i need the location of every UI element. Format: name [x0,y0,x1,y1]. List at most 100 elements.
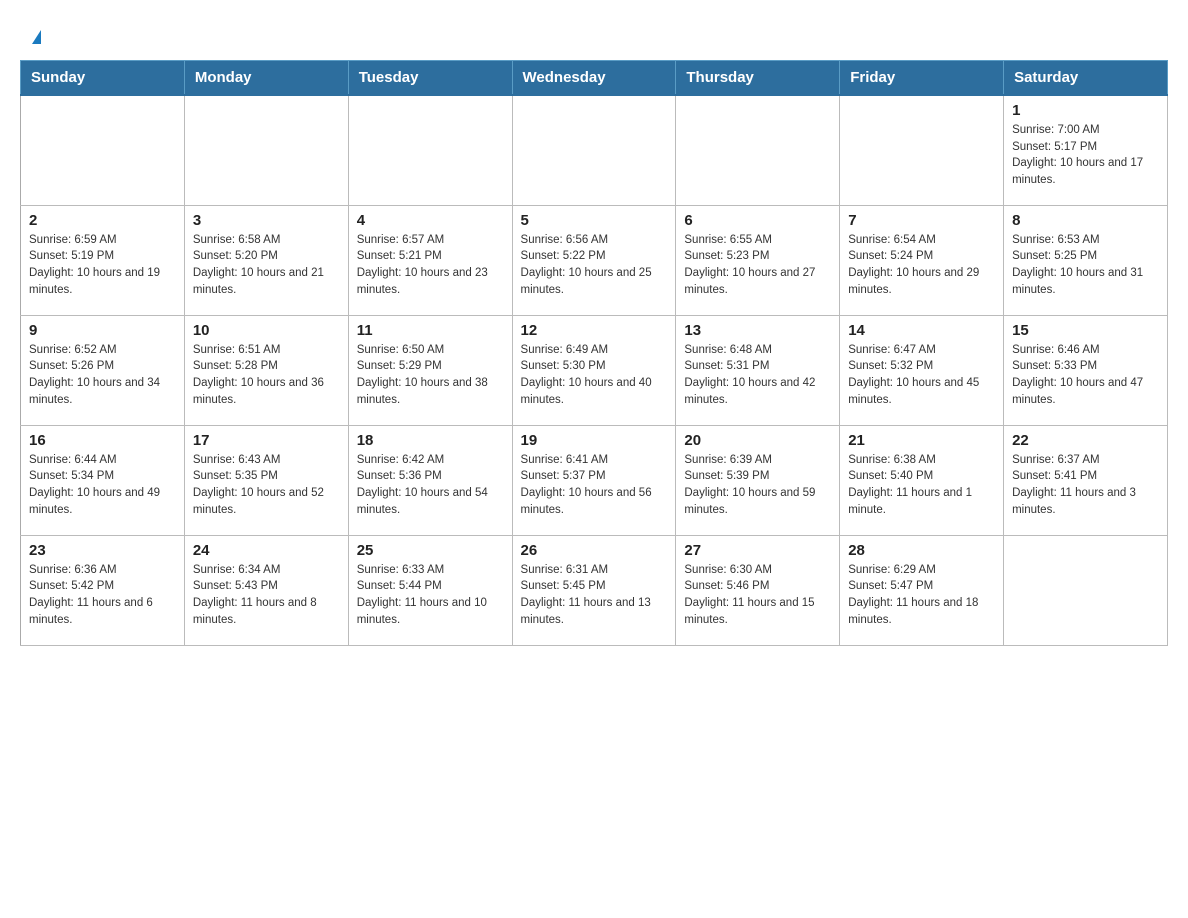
day-number: 19 [521,432,668,449]
day-header-tuesday: Tuesday [348,61,512,96]
day-info: Sunrise: 6:30 AMSunset: 5:46 PMDaylight:… [684,562,831,629]
day-number: 27 [684,542,831,559]
day-number: 3 [193,212,340,229]
calendar-cell: 9 Sunrise: 6:52 AMSunset: 5:26 PMDaylight… [21,315,185,425]
day-info: Sunrise: 6:31 AMSunset: 5:45 PMDaylight:… [521,562,668,629]
day-info: Sunrise: 7:00 AMSunset: 5:17 PMDaylight:… [1012,122,1159,189]
calendar-cell: 8 Sunrise: 6:53 AMSunset: 5:25 PMDaylight… [1004,205,1168,315]
day-number: 1 [1012,102,1159,119]
day-number: 18 [357,432,504,449]
day-info: Sunrise: 6:59 AMSunset: 5:19 PMDaylight:… [29,232,176,299]
calendar-cell: 1 Sunrise: 7:00 AMSunset: 5:17 PMDaylight… [1004,95,1168,205]
calendar-cell: 12 Sunrise: 6:49 AMSunset: 5:30 PMDayligh… [512,315,676,425]
day-number: 17 [193,432,340,449]
day-number: 14 [848,322,995,339]
calendar-cell: 18 Sunrise: 6:42 AMSunset: 5:36 PMDayligh… [348,425,512,535]
day-number: 26 [521,542,668,559]
day-info: Sunrise: 6:49 AMSunset: 5:30 PMDaylight:… [521,342,668,409]
day-number: 23 [29,542,176,559]
calendar-cell: 22Sunrise: 6:37 AMSunset: 5:41 PMDayligh… [1004,425,1168,535]
calendar-cell [1004,535,1168,645]
calendar-week-4: 16 Sunrise: 6:44 AMSunset: 5:34 PMDayligh… [21,425,1168,535]
day-info: Sunrise: 6:57 AMSunset: 5:21 PMDaylight:… [357,232,504,299]
day-number: 13 [684,322,831,339]
calendar-cell: 7 Sunrise: 6:54 AMSunset: 5:24 PMDaylight… [840,205,1004,315]
calendar-cell: 13 Sunrise: 6:48 AMSunset: 5:31 PMDayligh… [676,315,840,425]
calendar-cell: 19 Sunrise: 6:41 AMSunset: 5:37 PMDayligh… [512,425,676,535]
day-number: 8 [1012,212,1159,229]
calendar-cell: 26 Sunrise: 6:31 AMSunset: 5:45 PMDayligh… [512,535,676,645]
calendar-cell [676,95,840,205]
calendar-cell: 28 Sunrise: 6:29 AMSunset: 5:47 PMDayligh… [840,535,1004,645]
day-info: Sunrise: 6:48 AMSunset: 5:31 PMDaylight:… [684,342,831,409]
day-number: 12 [521,322,668,339]
day-info: Sunrise: 6:46 AMSunset: 5:33 PMDaylight:… [1012,342,1159,409]
calendar-cell: 25 Sunrise: 6:33 AMSunset: 5:44 PMDayligh… [348,535,512,645]
day-number: 20 [684,432,831,449]
day-header-sunday: Sunday [21,61,185,96]
day-info: Sunrise: 6:55 AMSunset: 5:23 PMDaylight:… [684,232,831,299]
day-header-saturday: Saturday [1004,61,1168,96]
calendar-cell: 2 Sunrise: 6:59 AMSunset: 5:19 PMDaylight… [21,205,185,315]
day-info: Sunrise: 6:36 AMSunset: 5:42 PMDaylight:… [29,562,176,629]
day-info: Sunrise: 6:54 AMSunset: 5:24 PMDaylight:… [848,232,995,299]
calendar-header-row: SundayMondayTuesdayWednesdayThursdayFrid… [21,61,1168,96]
calendar-cell: 5 Sunrise: 6:56 AMSunset: 5:22 PMDaylight… [512,205,676,315]
day-number: 28 [848,542,995,559]
calendar-cell [21,95,185,205]
day-info: Sunrise: 6:39 AMSunset: 5:39 PMDaylight:… [684,452,831,519]
day-info: Sunrise: 6:51 AMSunset: 5:28 PMDaylight:… [193,342,340,409]
day-header-wednesday: Wednesday [512,61,676,96]
calendar-week-3: 9 Sunrise: 6:52 AMSunset: 5:26 PMDaylight… [21,315,1168,425]
calendar-cell: 14 Sunrise: 6:47 AMSunset: 5:32 PMDayligh… [840,315,1004,425]
calendar-cell: 23 Sunrise: 6:36 AMSunset: 5:42 PMDayligh… [21,535,185,645]
day-number: 5 [521,212,668,229]
calendar-cell: 10 Sunrise: 6:51 AMSunset: 5:28 PMDayligh… [184,315,348,425]
day-number: 9 [29,322,176,339]
day-number: 16 [29,432,176,449]
day-info: Sunrise: 6:33 AMSunset: 5:44 PMDaylight:… [357,562,504,629]
calendar-table: SundayMondayTuesdayWednesdayThursdayFrid… [20,60,1168,646]
day-number: 10 [193,322,340,339]
calendar-cell: 17Sunrise: 6:43 AMSunset: 5:35 PMDayligh… [184,425,348,535]
calendar-cell: 27 Sunrise: 6:30 AMSunset: 5:46 PMDayligh… [676,535,840,645]
day-info: Sunrise: 6:34 AMSunset: 5:43 PMDaylight:… [193,562,340,629]
day-info: Sunrise: 6:47 AMSunset: 5:32 PMDaylight:… [848,342,995,409]
calendar-cell: 3Sunrise: 6:58 AMSunset: 5:20 PMDaylight… [184,205,348,315]
day-number: 24 [193,542,340,559]
day-number: 22 [1012,432,1159,449]
day-number: 21 [848,432,995,449]
calendar-cell: 20 Sunrise: 6:39 AMSunset: 5:39 PMDayligh… [676,425,840,535]
calendar-cell: 15 Sunrise: 6:46 AMSunset: 5:33 PMDayligh… [1004,315,1168,425]
calendar-cell: 11 Sunrise: 6:50 AMSunset: 5:29 PMDayligh… [348,315,512,425]
day-number: 25 [357,542,504,559]
day-number: 15 [1012,322,1159,339]
calendar-cell: 6 Sunrise: 6:55 AMSunset: 5:23 PMDaylight… [676,205,840,315]
calendar-cell [840,95,1004,205]
day-info: Sunrise: 6:52 AMSunset: 5:26 PMDaylight:… [29,342,176,409]
day-header-friday: Friday [840,61,1004,96]
day-info: Sunrise: 6:41 AMSunset: 5:37 PMDaylight:… [521,452,668,519]
day-number: 7 [848,212,995,229]
calendar-cell: 4Sunrise: 6:57 AMSunset: 5:21 PMDaylight… [348,205,512,315]
day-header-monday: Monday [184,61,348,96]
day-info: Sunrise: 6:44 AMSunset: 5:34 PMDaylight:… [29,452,176,519]
day-info: Sunrise: 6:50 AMSunset: 5:29 PMDaylight:… [357,342,504,409]
calendar-week-5: 23 Sunrise: 6:36 AMSunset: 5:42 PMDayligh… [21,535,1168,645]
calendar-cell [348,95,512,205]
page-header [20,20,1168,44]
calendar-cell [184,95,348,205]
day-info: Sunrise: 6:38 AMSunset: 5:40 PMDaylight:… [848,452,995,519]
day-info: Sunrise: 6:56 AMSunset: 5:22 PMDaylight:… [521,232,668,299]
day-info: Sunrise: 6:53 AMSunset: 5:25 PMDaylight:… [1012,232,1159,299]
logo [30,30,41,44]
day-number: 6 [684,212,831,229]
day-header-thursday: Thursday [676,61,840,96]
day-info: Sunrise: 6:42 AMSunset: 5:36 PMDaylight:… [357,452,504,519]
day-number: 11 [357,322,504,339]
calendar-week-1: 1 Sunrise: 7:00 AMSunset: 5:17 PMDaylight… [21,95,1168,205]
calendar-week-2: 2 Sunrise: 6:59 AMSunset: 5:19 PMDaylight… [21,205,1168,315]
day-number: 2 [29,212,176,229]
day-info: Sunrise: 6:29 AMSunset: 5:47 PMDaylight:… [848,562,995,629]
logo-triangle-icon [32,30,41,44]
